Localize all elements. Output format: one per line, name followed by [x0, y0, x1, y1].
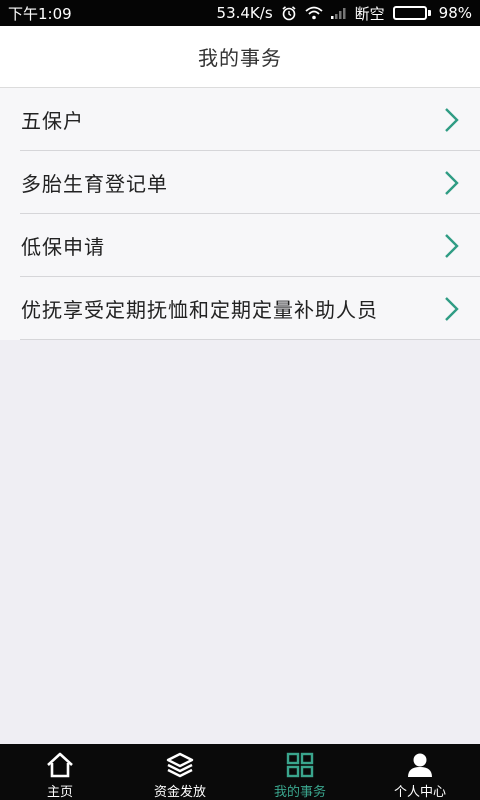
person-icon — [406, 752, 434, 778]
tab-label: 个人中心 — [393, 785, 446, 800]
status-time: 下午1:09 — [8, 4, 72, 23]
chevron-right-icon — [444, 170, 460, 196]
bottom-tab-bar: 主页 资金发放 我的事务 个人中心 — [0, 744, 480, 800]
alarm-icon — [281, 5, 297, 21]
net-speed: 53.4K/s — [216, 4, 273, 22]
tab-my-affairs[interactable]: 我的事务 — [240, 744, 360, 800]
battery-percent: 98% — [438, 4, 472, 22]
tab-label: 主页 — [46, 785, 73, 800]
menu-item-label: 多胎生育登记单 — [21, 172, 168, 196]
page-title: 我的事务 — [198, 46, 282, 70]
grid-icon — [286, 752, 314, 778]
menu-item-dibao[interactable]: 低保申请 — [0, 214, 480, 277]
tab-label: 资金发放 — [153, 785, 206, 800]
menu-item-youfu[interactable]: 优抚享受定期抚恤和定期定量补助人员 — [0, 277, 480, 340]
menu-item-wubaohu[interactable]: 五保户 — [0, 88, 480, 151]
wifi-icon — [305, 6, 323, 20]
header: 我的事务 — [0, 26, 480, 88]
carrier-label: 断空 — [354, 4, 385, 23]
menu-item-label: 优抚享受定期抚恤和定期定量补助人员 — [21, 298, 378, 322]
menu-item-label: 低保申请 — [21, 235, 105, 259]
tab-home[interactable]: 主页 — [0, 744, 120, 800]
status-bar: 下午1:09 53.4K/s 断空 98% — [0, 0, 480, 26]
home-icon — [46, 752, 74, 778]
chevron-right-icon — [444, 233, 460, 259]
status-indicators: 53.4K/s 断空 98% — [217, 3, 472, 24]
battery-icon — [392, 6, 431, 20]
menu-list: 五保户 多胎生育登记单 低保申请 优抚享受定期抚恤和定期定量补助人员 — [0, 88, 480, 340]
signal-icon — [330, 7, 347, 19]
layers-icon — [166, 752, 194, 778]
chevron-right-icon — [444, 296, 460, 322]
tab-personal-center[interactable]: 个人中心 — [360, 744, 480, 800]
menu-item-label: 五保户 — [21, 109, 84, 133]
tab-label: 我的事务 — [273, 785, 326, 800]
menu-item-multi-birth[interactable]: 多胎生育登记单 — [0, 151, 480, 214]
chevron-right-icon — [444, 107, 460, 133]
tab-funds[interactable]: 资金发放 — [120, 744, 240, 800]
